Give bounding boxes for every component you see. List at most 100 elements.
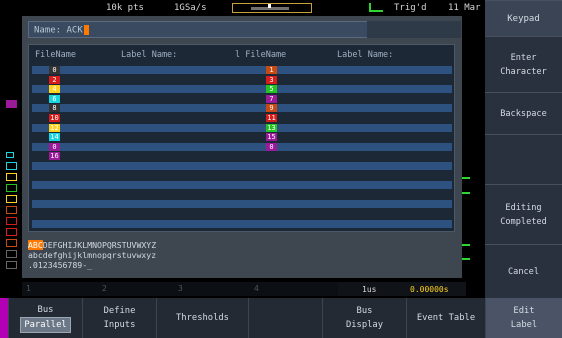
trace-tick (462, 177, 470, 179)
d-marker-icon (6, 195, 17, 203)
character-set[interactable]: ABCDEFGHIJKLMNOPQRSTUVWXYZ abcdefghijklm… (28, 240, 238, 276)
oscilloscope-screen: 10k pts 1GSa/s Trig'd 11 Mar Name: ACK F… (0, 0, 562, 338)
d-marker-icon (6, 217, 17, 225)
header-filename: FileName (35, 50, 76, 60)
label-chip[interactable]: 10 (49, 114, 60, 122)
ch1-indicator: 1 (26, 284, 31, 293)
keypad-menu: Keypad Enter Character Backspace Editing… (485, 0, 562, 298)
name-text: Name: ACK (34, 25, 83, 36)
table-row[interactable]: 23 (32, 75, 452, 84)
table-row[interactable] (32, 171, 452, 180)
timebase-panel: 1us 0.00000s (338, 282, 466, 296)
ch2-indicator: 2 (102, 284, 107, 293)
empty-softkey[interactable] (485, 134, 562, 184)
date: 11 Mar (448, 3, 481, 13)
time-offset: 0.00000s (410, 285, 449, 294)
thresholds-button[interactable]: Thresholds (156, 298, 248, 338)
table-row[interactable] (32, 219, 452, 228)
label-chip[interactable]: 7 (266, 94, 277, 103)
table-row[interactable] (32, 190, 452, 199)
label-chip[interactable]: 0 (49, 142, 60, 151)
bus-marker-icon (6, 100, 17, 108)
table-row[interactable]: 14 15 (32, 133, 452, 142)
channel-info-bar: 1 2 3 4 1us 0.00000s (22, 282, 466, 296)
trace-tick (462, 244, 470, 246)
label-chip[interactable]: 15 (266, 133, 277, 142)
label-chip[interactable]: 11 (266, 114, 277, 122)
bus-display-button[interactable]: Bus Display (322, 298, 406, 338)
bus-value: Parallel (20, 317, 71, 333)
label-chip[interactable]: 14 (49, 133, 60, 142)
bus-button[interactable]: Bus Parallel (8, 298, 82, 338)
charset-selected-char[interactable]: ABC (28, 240, 43, 250)
editing-completed-button[interactable]: Editing Completed (485, 184, 562, 244)
bottom-softkey-menu: Bus Parallel Define Inputs Thresholds Bu… (0, 298, 562, 338)
name-field-extension (367, 21, 461, 38)
header-filename-2: l FileName (235, 50, 287, 60)
table-row[interactable]: 10 11 (32, 114, 452, 122)
d-marker-icon (6, 261, 17, 269)
label-chip[interactable]: 3 (266, 75, 277, 84)
backspace-button[interactable]: Backspace (485, 92, 562, 134)
define-inputs-button[interactable]: Define Inputs (82, 298, 156, 338)
d-marker-icon (6, 162, 17, 170)
keypad-title: Keypad (485, 0, 562, 36)
table-row[interactable] (32, 181, 452, 190)
label-chip[interactable]: 0 (266, 142, 277, 151)
label-chip[interactable]: 12 (49, 123, 60, 132)
table-row[interactable] (32, 162, 452, 170)
enter-character-button[interactable]: Enter Character (485, 36, 562, 92)
charset-line-digits[interactable]: .0123456789-_ (28, 260, 238, 270)
trigger-state: Trig'd (394, 3, 427, 13)
cancel-button[interactable]: Cancel (485, 244, 562, 298)
trace-tick (462, 192, 470, 194)
table-row[interactable]: 12 13 (32, 123, 452, 132)
memory-bar-marker (268, 4, 271, 8)
table-row[interactable]: 16 (32, 152, 452, 161)
text-cursor (83, 25, 89, 35)
table-row[interactable]: 67 (32, 94, 452, 103)
label-chip[interactable]: 1 (266, 66, 277, 74)
sample-rate: 1GSa/s (174, 3, 207, 13)
label-chip[interactable]: 13 (266, 123, 277, 132)
label-table: FileName Label Name: l FileName Label Na… (28, 44, 455, 232)
table-row[interactable] (32, 200, 452, 209)
event-table-button[interactable]: Event Table (406, 298, 485, 338)
table-row[interactable]: 01 (32, 66, 452, 74)
d-marker-icon (6, 250, 17, 258)
header-label-name: Label Name: (121, 50, 178, 60)
label-chip[interactable]: 16 (49, 152, 60, 161)
memory-bar (232, 3, 312, 13)
table-row[interactable]: 89 (32, 104, 452, 113)
d-marker-icon (6, 173, 17, 181)
table-header: FileName Label Name: l FileName Label Na… (29, 45, 454, 63)
name-field[interactable]: Name: ACK (28, 21, 461, 38)
d-marker-icon (6, 152, 14, 158)
empty-bottom-softkey[interactable] (248, 298, 322, 338)
charset-line-upper[interactable]: ABCDEFGHIJKLMNOPQRSTUVWXYZ (28, 240, 238, 250)
d-marker-icon (6, 239, 17, 247)
ch3-indicator: 3 (178, 284, 183, 293)
label-chip[interactable]: 2 (49, 75, 60, 84)
edit-label-dialog: Name: ACK FileName Label Name: l FileNam… (22, 16, 462, 278)
label-chip[interactable]: 9 (266, 104, 277, 113)
label-chip[interactable]: 6 (49, 94, 60, 103)
edit-label-button[interactable]: Edit Label (485, 298, 562, 338)
bus-indicator-strip (0, 298, 8, 338)
label-chip[interactable]: 5 (266, 85, 277, 94)
trace-tick (462, 258, 470, 260)
channel-strip (0, 16, 22, 298)
table-row[interactable]: 45 (32, 85, 452, 94)
label-chip[interactable]: 8 (49, 104, 60, 113)
d-marker-icon (6, 184, 17, 192)
table-row[interactable] (32, 210, 452, 218)
label-chip[interactable]: 0 (49, 66, 60, 74)
charset-upper-rest[interactable]: DEFGHIJKLMNOPQRSTUVWXYZ (43, 240, 156, 250)
header-label-name-2: Label Name: (337, 50, 394, 60)
table-row[interactable]: 00 (32, 142, 452, 151)
d-marker-icon (6, 228, 17, 236)
label-chip[interactable]: 4 (49, 85, 60, 94)
timebase: 1us (362, 285, 377, 294)
d-marker-icon (6, 206, 17, 214)
charset-line-lower[interactable]: abcdefghijklmnopqrstuvwxyz (28, 250, 238, 260)
